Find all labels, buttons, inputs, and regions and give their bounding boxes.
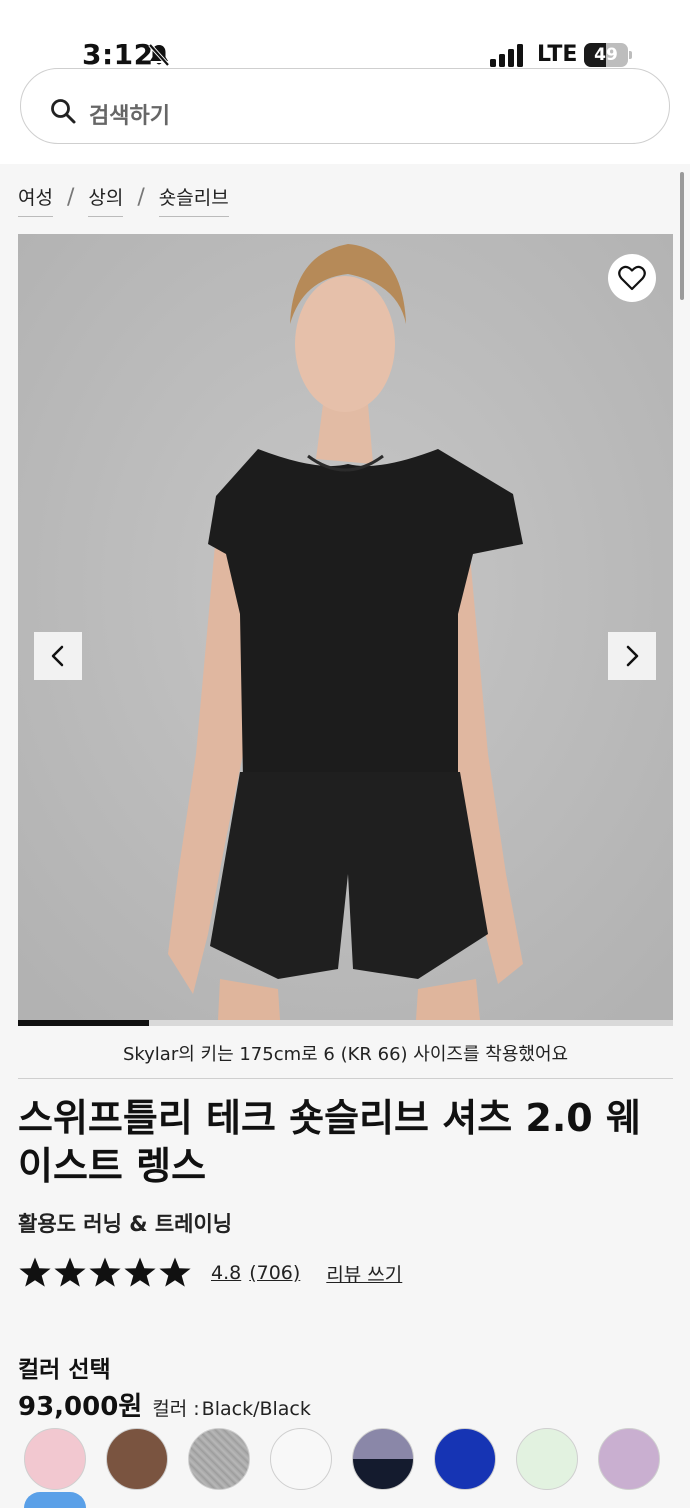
page-scrollbar[interactable] xyxy=(680,172,684,300)
wishlist-button[interactable] xyxy=(608,254,656,302)
product-model-photo xyxy=(18,234,673,1020)
breadcrumb-separator: / xyxy=(66,184,75,210)
cellular-signal-icon xyxy=(490,44,523,67)
color-swatch-list xyxy=(24,1428,680,1490)
search-icon xyxy=(51,99,76,124)
rating-row: 4.8 (706) 리뷰 쓰기 xyxy=(18,1256,402,1290)
color-swatch-lavender-navy[interactable] xyxy=(352,1428,414,1490)
product-image-gallery[interactable] xyxy=(18,234,673,1020)
color-swatch-mint[interactable] xyxy=(516,1428,578,1490)
color-swatch-royal-blue[interactable] xyxy=(434,1428,496,1490)
star-icon xyxy=(159,1257,191,1287)
search-input[interactable]: 검색하기 xyxy=(20,68,670,144)
rating-count-link[interactable]: (706) xyxy=(249,1262,300,1284)
star-icon xyxy=(89,1257,121,1287)
chevron-left-icon xyxy=(51,645,64,667)
rating-value-link[interactable]: 4.8 xyxy=(211,1262,241,1284)
color-swatch-pink[interactable] xyxy=(24,1428,86,1490)
color-swatch-lilac[interactable] xyxy=(598,1428,660,1490)
breadcrumb: 여성 / 상의 / 숏슬리브 xyxy=(18,180,229,220)
chevron-right-icon xyxy=(626,645,639,667)
next-image-button[interactable] xyxy=(608,632,656,680)
price-row: 93,000원 컬러 : Black/Black xyxy=(18,1386,311,1422)
star-icon xyxy=(124,1257,156,1287)
bell-muted-icon xyxy=(148,43,170,67)
selected-color-label: 컬러 : xyxy=(152,1398,200,1420)
star-icon xyxy=(54,1257,86,1287)
star-rating xyxy=(18,1256,193,1290)
color-swatch-white[interactable] xyxy=(270,1428,332,1490)
previous-image-button[interactable] xyxy=(34,632,82,680)
divider xyxy=(18,1078,673,1079)
selected-color-value: Black/Black xyxy=(201,1398,311,1420)
battery-percent: 49 xyxy=(594,45,618,65)
breadcrumb-separator: / xyxy=(137,184,145,210)
color-swatch-heathered-grey[interactable] xyxy=(188,1428,250,1490)
color-select-heading: 컬러 선택 xyxy=(18,1357,111,1383)
breadcrumb-item-women[interactable]: 여성 xyxy=(18,183,53,217)
breadcrumb-item-tops[interactable]: 상의 xyxy=(88,183,124,217)
heart-icon xyxy=(618,265,646,291)
status-time: 3:12 xyxy=(82,38,154,71)
battery-icon: 49 xyxy=(584,43,628,67)
model-size-caption: Skylar의 키는 175cm로 6 (KR 66) 사이즈를 착용했어요 xyxy=(122,1044,569,1065)
write-review-link[interactable]: 리뷰 쓰기 xyxy=(326,1260,402,1287)
battery-tip xyxy=(629,51,632,59)
gallery-progress-fill xyxy=(18,1020,149,1026)
product-title: 스위프틀리 테크 숏슬리브 셔츠 2.0 웨이스트 렝스 xyxy=(18,1096,641,1188)
breadcrumb-item-short-sleeve[interactable]: 숏슬리브 xyxy=(158,183,229,217)
search-placeholder: 검색하기 xyxy=(89,104,170,129)
network-type-label: LTE xyxy=(537,42,578,67)
gallery-progress-bar xyxy=(18,1020,673,1026)
product-activity: 활용도 러닝 & 트레이닝 xyxy=(18,1212,233,1236)
search-area: 검색하기 xyxy=(0,68,690,164)
color-swatch-partial[interactable] xyxy=(24,1492,86,1508)
product-price: 93,000원 xyxy=(18,1392,143,1422)
color-swatch-brown[interactable] xyxy=(106,1428,168,1490)
star-icon xyxy=(19,1257,51,1287)
